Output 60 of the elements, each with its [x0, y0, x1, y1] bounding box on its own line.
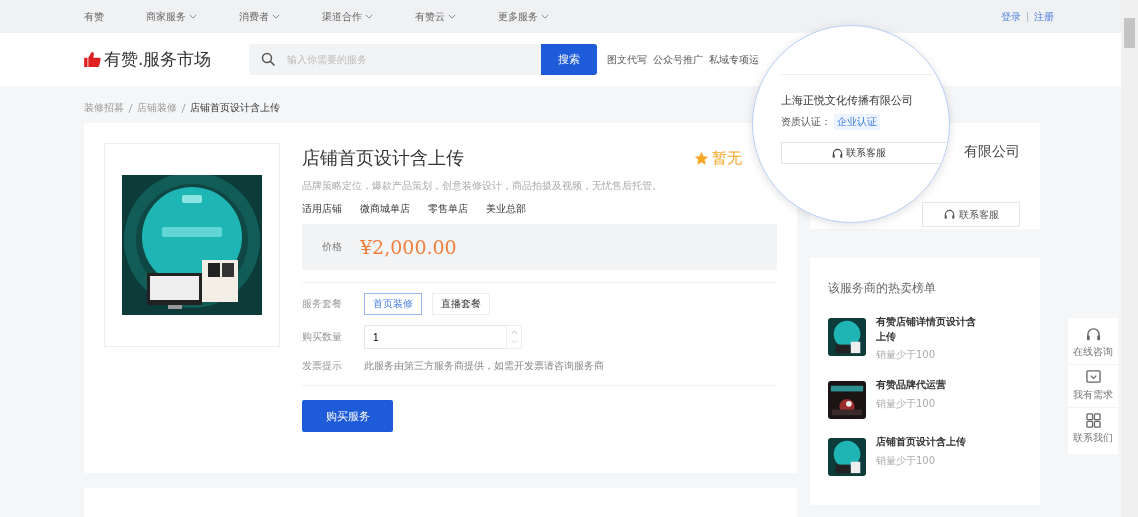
- store-type: 美业总部: [486, 202, 526, 216]
- float-button[interactable]: 在线咨询: [1068, 322, 1118, 365]
- quantity-field[interactable]: 1: [364, 325, 506, 349]
- float-button[interactable]: 我有需求: [1068, 365, 1118, 408]
- search-icon: [261, 52, 276, 67]
- grid-icon: [1085, 413, 1101, 428]
- buy-button[interactable]: 购买服务: [302, 400, 393, 432]
- store-type: 微商城单店: [360, 202, 410, 216]
- package-option[interactable]: 直播套餐: [432, 293, 490, 315]
- sales-count: 销量少于100: [876, 348, 937, 362]
- field-label: 购买数量: [302, 330, 343, 344]
- rating-text: 暂无: [712, 148, 742, 168]
- nav-menu-item[interactable]: 有赞云: [415, 9, 445, 24]
- login-link[interactable]: 登录: [1001, 9, 1021, 24]
- company-name: 上海正悦文化传播有限公司: [781, 93, 914, 108]
- field-label: 适用店铺: [302, 202, 342, 216]
- product-title: 店铺首页设计含上传: [302, 146, 464, 170]
- price-label: 价格: [322, 240, 342, 254]
- chevron-down-icon[interactable]: [541, 14, 549, 19]
- logo-text: 有赞.服务市场: [104, 48, 212, 71]
- float-button[interactable]: 联系我们: [1068, 408, 1118, 450]
- chevron-down-icon[interactable]: [365, 14, 373, 19]
- breadcrumb-link[interactable]: 店铺首页设计含上传: [190, 101, 280, 115]
- register-link[interactable]: 注册: [1034, 9, 1054, 24]
- certification-label: 资质认证：: [781, 115, 831, 129]
- contact-button[interactable]: 联系客服: [781, 142, 949, 164]
- field-label: 服务套餐: [302, 297, 343, 311]
- nav-menu-item[interactable]: 商家服务: [146, 9, 186, 24]
- price-value: ¥2,000.00: [360, 236, 457, 258]
- hot-search-link[interactable]: 公众号推广: [653, 52, 703, 67]
- nav-menu-item[interactable]: 消费者: [239, 9, 269, 24]
- sales-count: 销量少于100: [876, 396, 937, 411]
- service-name[interactable]: 店铺首页设计含上传: [876, 435, 976, 450]
- store-type: 零售单店: [428, 202, 468, 216]
- invoice-note: 此服务由第三方服务商提供，如需开发票请咨询服务商: [364, 359, 604, 373]
- hot-search-link[interactable]: 图文代写: [607, 52, 647, 67]
- nav-menu-item[interactable]: 渠道合作: [322, 9, 362, 24]
- nav-menu-item[interactable]: 有赞: [84, 9, 104, 24]
- chevron-down-icon[interactable]: [272, 14, 280, 19]
- service-name[interactable]: 有赞店铺详情页设计含上传: [876, 315, 976, 344]
- hot-search-link[interactable]: 私域专项运: [709, 52, 759, 67]
- star-icon: [694, 150, 709, 166]
- package-option[interactable]: 首页装修: [364, 293, 422, 315]
- headset-icon: [943, 209, 955, 220]
- search-button[interactable]: 搜索: [541, 44, 597, 75]
- field-label: 发票提示: [302, 359, 343, 373]
- certification-badge: 企业认证: [834, 114, 880, 130]
- contact-button[interactable]: 联系客服: [922, 202, 1020, 227]
- headset-icon: [1085, 327, 1101, 342]
- service-name[interactable]: 有赞品牌代运营: [876, 378, 976, 393]
- headset-icon: [832, 147, 843, 159]
- nav-menu-item[interactable]: 更多服务: [498, 9, 538, 24]
- section-title: 该服务商的热卖榜单: [828, 280, 937, 297]
- sales-count: 销量少于100: [876, 453, 937, 468]
- thumbs-up-icon: [84, 52, 101, 67]
- chevron-down-icon[interactable]: [448, 14, 456, 19]
- chevron-down-icon[interactable]: [189, 14, 197, 19]
- product-description: 品牌策略定位，爆款产品策划，创意装修设计，商品拍摄及视频，无忧售后托管。: [302, 179, 663, 193]
- seller-name: 有限公司: [964, 143, 1020, 161]
- message-icon: [1085, 370, 1101, 385]
